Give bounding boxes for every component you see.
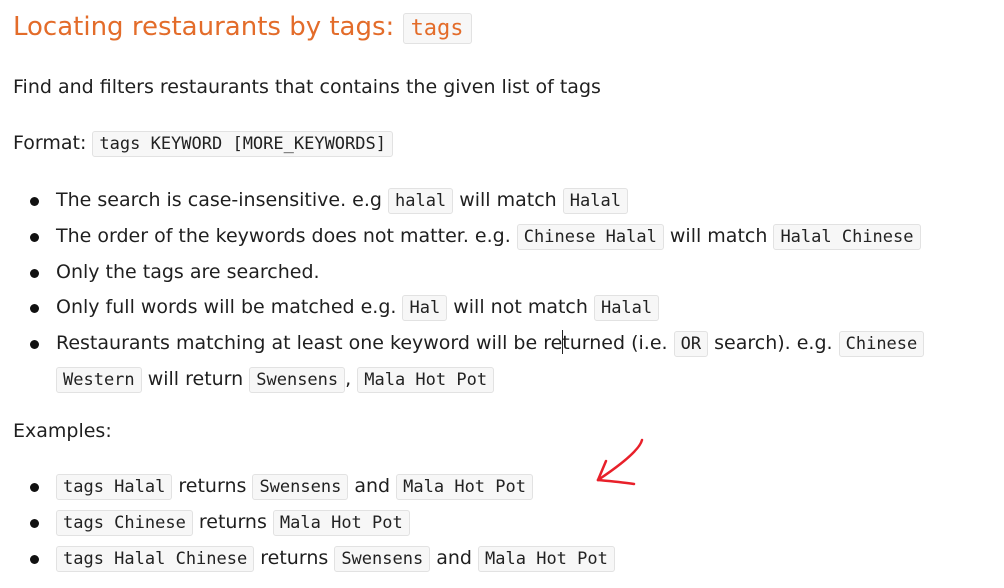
- note-text: The order of the keywords does not matte…: [56, 225, 517, 247]
- list-item: The search is case-insensitive. e.g hala…: [13, 183, 998, 219]
- inline-code: Halal: [593, 295, 660, 321]
- list-item: Restaurants matching at least one keywor…: [13, 326, 998, 398]
- examples-label: Examples:: [13, 420, 112, 442]
- note-text: search). e.g.: [708, 332, 839, 354]
- inline-code: Halal Chinese: [773, 224, 921, 250]
- notes-list: The search is case-insensitive. e.g hala…: [13, 183, 998, 398]
- inline-code: tags Halal: [56, 474, 173, 500]
- note-text: will return: [141, 368, 250, 390]
- bullet-icon: [30, 197, 39, 206]
- note-text: turned (i.e.: [562, 332, 674, 354]
- section-heading: Locating restaurants by tags: tags: [13, 8, 472, 48]
- bullet-icon: [30, 269, 39, 278]
- list-item: The order of the keywords does not matte…: [13, 219, 998, 255]
- inline-code: Swensens: [252, 474, 349, 500]
- examples-list: tags Halal returns Swensens and Mala Hot…: [13, 469, 998, 577]
- note-text: Only the tags are searched.: [56, 261, 320, 283]
- list-item: Only full words will be matched e.g. Hal…: [13, 290, 998, 326]
- bullet-icon: [30, 555, 39, 564]
- example-text: and: [430, 547, 479, 569]
- format-line: Format: tags KEYWORD [MORE_KEYWORDS]: [13, 129, 393, 158]
- bullet-icon: [30, 340, 39, 349]
- inline-code: Swensens: [334, 546, 431, 572]
- description: Find and filters restaurants that contai…: [13, 76, 601, 98]
- bullet-icon: [30, 519, 39, 528]
- inline-code: Chinese: [838, 331, 925, 357]
- bullet-icon: [30, 233, 39, 242]
- inline-code: Mala Hot Pot: [272, 510, 410, 536]
- inline-code: Hal: [402, 295, 448, 321]
- inline-code: tags Chinese: [56, 510, 193, 536]
- bullet-icon: [30, 483, 39, 492]
- inline-code: Mala Hot Pot: [357, 367, 495, 393]
- bullet-icon: [30, 304, 39, 313]
- example-text: returns: [254, 547, 335, 569]
- note-text: ,: [345, 368, 358, 390]
- inline-code: Mala Hot Pot: [396, 474, 533, 500]
- note-text: Only full words will be matched e.g.: [56, 296, 403, 318]
- inline-code: Chinese Halal: [516, 224, 664, 250]
- example-text: and: [348, 475, 397, 497]
- note-text: The search is case-insensitive. e.g: [56, 189, 388, 211]
- inline-code: OR: [673, 331, 709, 357]
- format-label: Format:: [13, 132, 93, 154]
- inline-code: tags Halal Chinese: [56, 546, 255, 572]
- note-text: Restaurants matching at least one keywor…: [56, 332, 563, 354]
- heading-text: Locating restaurants by tags:: [13, 12, 403, 42]
- list-item: tags Halal Chinese returns Swensens and …: [13, 541, 998, 577]
- list-item: tags Halal returns Swensens and Mala Hot…: [13, 469, 998, 505]
- inline-code: Halal: [562, 188, 628, 214]
- list-item: Only the tags are searched.: [13, 255, 998, 290]
- note-text: will match: [663, 225, 774, 247]
- format-code: tags KEYWORD [MORE_KEYWORDS]: [92, 131, 393, 157]
- list-item: tags Chinese returns Mala Hot Pot: [13, 505, 998, 541]
- note-text: will match: [453, 189, 563, 211]
- inline-code: Mala Hot Pot: [478, 546, 615, 572]
- red-arrow-icon: [596, 438, 644, 486]
- example-text: returns: [192, 511, 273, 533]
- heading-code: tags: [402, 13, 472, 44]
- inline-code: Swensens: [249, 367, 346, 393]
- inline-code: halal: [387, 188, 454, 214]
- inline-code: Western: [56, 367, 142, 393]
- note-text: will not match: [447, 296, 594, 318]
- example-text: returns: [172, 475, 253, 497]
